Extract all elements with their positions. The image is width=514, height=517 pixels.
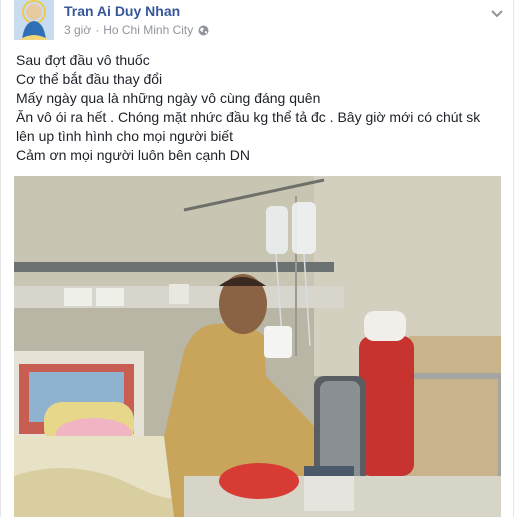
post-time[interactable]: 3 giờ	[64, 23, 91, 37]
post-text-line: Cơ thể bắt đầu thay đổi	[16, 71, 163, 87]
globe-icon[interactable]	[198, 25, 209, 36]
post-text-line: Cảm ơn mọi người luôn bên cạnh DN	[16, 147, 250, 163]
post-photo[interactable]	[14, 176, 501, 517]
post-text-line: Mấy ngày qua là những ngày vô cùng đáng …	[16, 90, 321, 106]
post-text-line: Ăn vô ói ra hết . Chóng mặt nhức đầu kg …	[16, 109, 481, 125]
author-name[interactable]: Tran Ai Duy Nhan	[64, 3, 180, 19]
post-meta: 3 giờ · Ho Chi Minh City	[64, 23, 209, 37]
facebook-post: Tran Ai Duy Nhan 3 giờ · Ho Chi Minh Cit…	[0, 0, 514, 517]
chevron-down-icon[interactable]	[491, 6, 503, 18]
avatar[interactable]	[14, 0, 54, 40]
post-location[interactable]: Ho Chi Minh City	[103, 23, 193, 37]
post-text: Sau đợt đầu vô thuốc Cơ thể bắt đầu thay…	[16, 51, 506, 165]
post-text-line: lên up tình hình cho mọi người biết	[16, 128, 234, 144]
post-text-line: Sau đợt đầu vô thuốc	[16, 52, 150, 68]
meta-separator: ·	[95, 23, 100, 37]
